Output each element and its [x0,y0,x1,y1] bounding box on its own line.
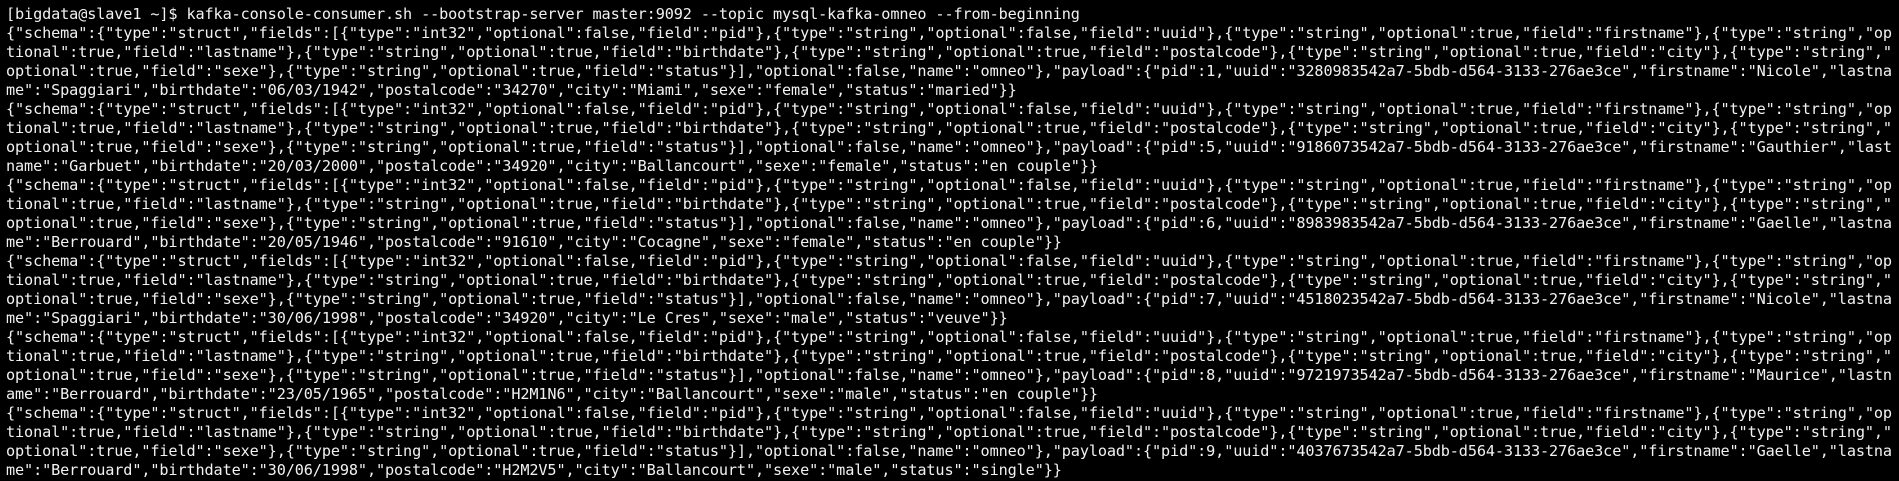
output-line: optional":true,"field":"sexe"},{"type":"… [6,290,1892,308]
output-line: tional":true,"field":"lastname"},{"type"… [6,195,1892,213]
output-line: {"schema":{"type":"struct","fields":[{"t… [6,176,1892,194]
output-line: tional":true,"field":"lastname"},{"type"… [6,423,1892,441]
output-line: tional":true,"field":"lastname"},{"type"… [6,119,1892,137]
output-line: me":"Spaggiari","birthdate":"06/03/1942"… [6,81,1017,99]
output-line: tional":true,"field":"lastname"},{"type"… [6,271,1892,289]
output-line: optional":true,"field":"sexe"},{"type":"… [6,214,1892,232]
output-line: {"schema":{"type":"struct","fields":[{"t… [6,24,1892,42]
output-line: {"schema":{"type":"struct","fields":[{"t… [6,404,1892,422]
output-line: optional":true,"field":"sexe"},{"type":"… [6,442,1892,460]
output-line: optional":true,"field":"sexe"},{"type":"… [6,138,1892,156]
terminal-window[interactable]: [bigdata@slave1 ~]$ kafka-console-consum… [0,0,1899,481]
output-line: me":"Berrouard","birthdate":"20/05/1946"… [6,233,1062,251]
output-line: ame":"Berrouard","birthdate":"23/05/1965… [6,385,1098,403]
command-prompt-line: [bigdata@slave1 ~]$ kafka-console-consum… [6,5,1080,23]
output-line: me":"Spaggiari","birthdate":"30/06/1998"… [6,309,1008,327]
output-line: {"schema":{"type":"struct","fields":[{"t… [6,328,1892,346]
output-line: optional":true,"field":"sexe"},{"type":"… [6,62,1892,80]
output-line: me":"Berrouard","birthdate":"30/06/1998"… [6,461,1062,479]
output-line: name":"Garbuet","birthdate":"20/03/2000"… [6,157,1098,175]
output-line: {"schema":{"type":"struct","fields":[{"t… [6,100,1892,118]
output-line: tional":true,"field":"lastname"},{"type"… [6,347,1892,365]
output-line: {"schema":{"type":"struct","fields":[{"t… [6,252,1892,270]
output-line: optional":true,"field":"sexe"},{"type":"… [6,366,1892,384]
output-line: tional":true,"field":"lastname"},{"type"… [6,43,1892,61]
